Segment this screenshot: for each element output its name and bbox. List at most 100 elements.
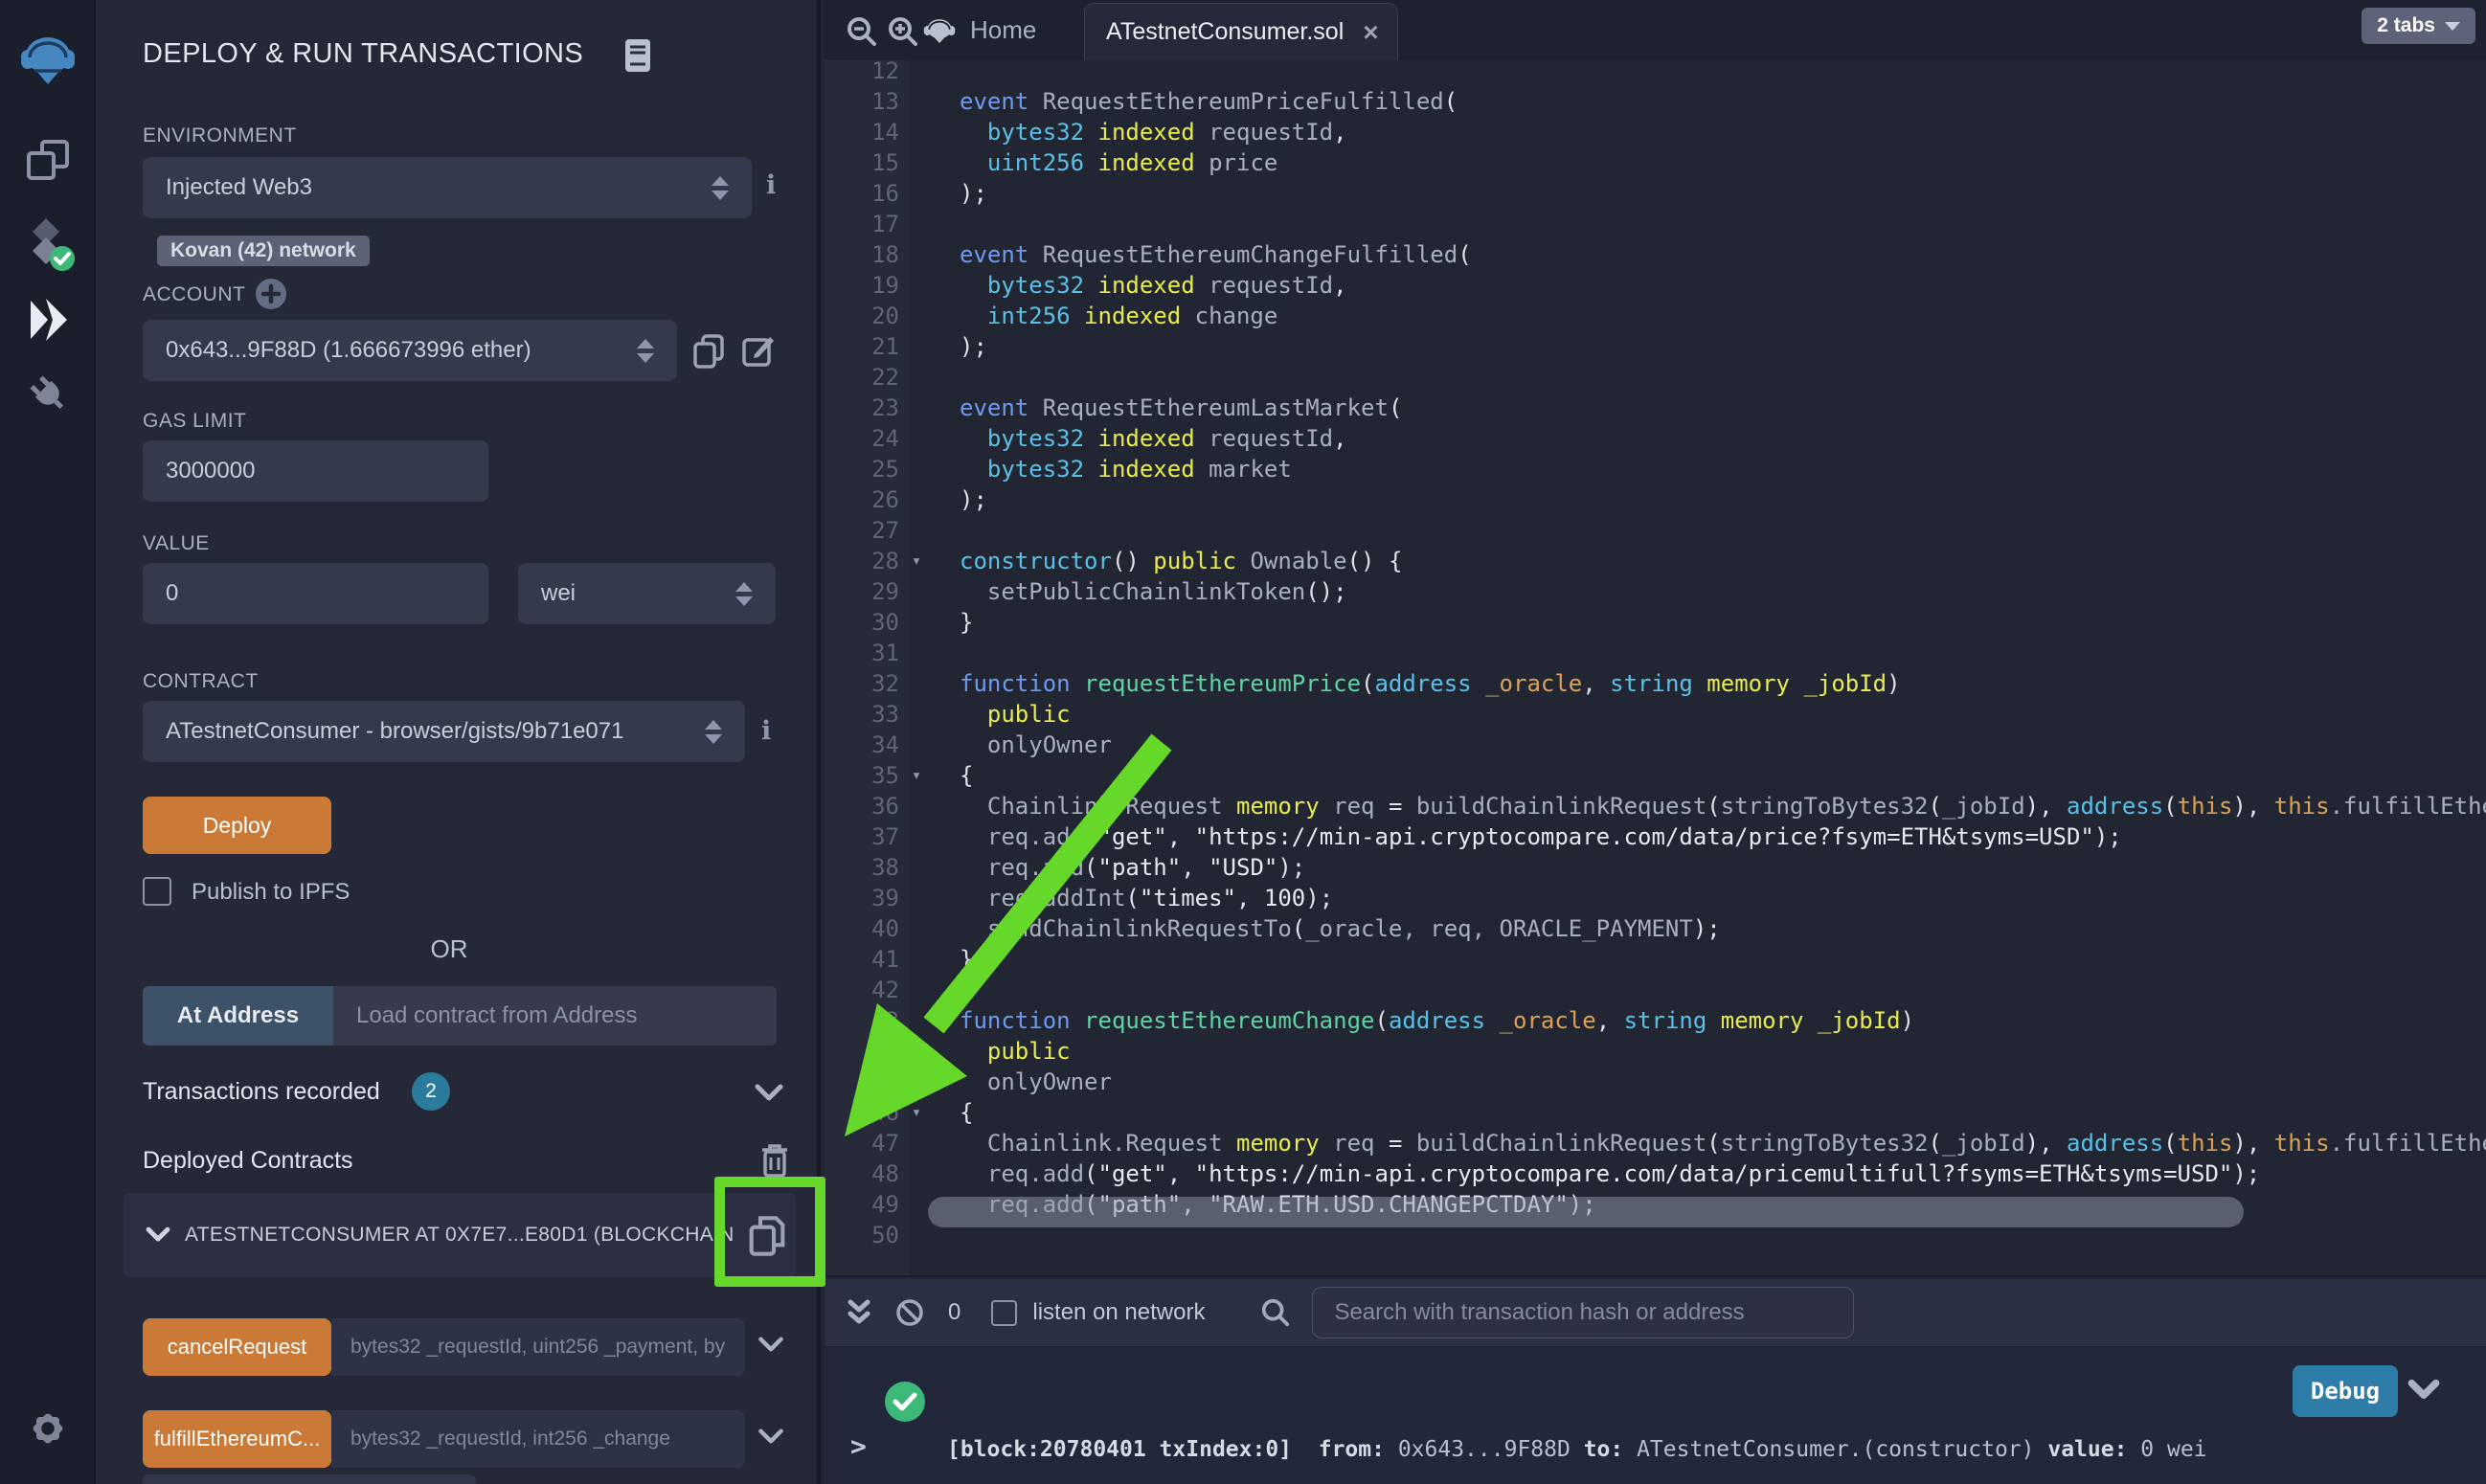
file-explorer-icon[interactable]: [0, 136, 96, 186]
code-line: 36 Chainlink.Request memory req = buildC…: [825, 791, 2486, 821]
line-number: 49: [825, 1191, 899, 1218]
line-number: 36: [825, 793, 899, 820]
code-text: bytes32 indexed requestId,: [934, 272, 2486, 299]
cancel-request-params[interactable]: bytes32 _requestId, uint256 _payment, by: [331, 1318, 745, 1376]
settings-gear-icon[interactable]: [0, 1405, 96, 1451]
expand-function-icon[interactable]: [757, 1425, 785, 1448]
copy-account-icon[interactable]: [691, 333, 726, 370]
tx-search-input[interactable]: Search with transaction hash or address: [1312, 1287, 1854, 1338]
code-line: 45 onlyOwner: [825, 1067, 2486, 1097]
tabs-count-button[interactable]: 2 tabs: [2362, 8, 2475, 44]
at-address-input[interactable]: Load contract from Address: [333, 986, 777, 1046]
line-number: 18: [825, 241, 899, 268]
listen-network-checkbox[interactable]: [991, 1300, 1017, 1326]
next-function-partial: [143, 1474, 476, 1484]
network-badge: Kovan (42) network: [157, 236, 370, 266]
solidity-compiler-icon[interactable]: [0, 216, 96, 276]
value-input[interactable]: 0: [143, 563, 488, 624]
line-number: 28: [825, 548, 899, 574]
code-line: 31: [825, 638, 2486, 668]
remix-logo-icon[interactable]: [0, 29, 96, 90]
fold-marker-icon[interactable]: ▾: [899, 1103, 934, 1122]
deploy-and-run-icon[interactable]: [0, 297, 96, 345]
edit-account-icon[interactable]: [741, 333, 776, 368]
code-text: );: [934, 180, 2486, 207]
debug-button[interactable]: Debug: [2293, 1365, 2398, 1417]
line-number: 25: [825, 456, 899, 483]
expand-log-icon[interactable]: [2407, 1377, 2441, 1404]
code-text: constructor() public Ownable() {: [934, 548, 2486, 574]
fulfill-ethereum-button[interactable]: fulfillEthereumC...: [143, 1410, 331, 1468]
horizontal-scrollbar[interactable]: [928, 1197, 2244, 1227]
line-number: 33: [825, 701, 899, 728]
chevron-down-icon: [2445, 22, 2460, 31]
search-icon: [1260, 1297, 1291, 1328]
code-text: event RequestEthereumLastMarket(: [934, 394, 2486, 421]
value-unit-select[interactable]: wei: [518, 563, 776, 624]
line-number: 29: [825, 578, 899, 605]
listen-network-label: listen on network: [1032, 1299, 1205, 1326]
code-text: bytes32 indexed requestId,: [934, 119, 2486, 146]
code-text: }: [934, 609, 2486, 636]
cancel-request-button[interactable]: cancelRequest: [143, 1318, 331, 1376]
environment-info-icon[interactable]: i: [766, 170, 776, 200]
add-account-icon[interactable]: [255, 278, 287, 310]
code-text: setPublicChainlinkToken();: [934, 578, 2486, 605]
code-line: 23event RequestEthereumLastMarket(: [825, 393, 2486, 423]
code-line: 47 Chainlink.Request memory req = buildC…: [825, 1128, 2486, 1158]
tab-atestnetconsumer[interactable]: ATestnetConsumer.sol ×: [1084, 3, 1398, 60]
code-text: req.addInt("times", 100);: [934, 885, 2486, 911]
code-text: }: [934, 946, 2486, 973]
docs-icon[interactable]: [624, 38, 651, 73]
line-number: 19: [825, 272, 899, 299]
deployed-contract-label: ATESTNETCONSUMER AT 0X7E7...E80D1 (BLOCK…: [185, 1224, 734, 1247]
line-number: 47: [825, 1130, 899, 1157]
at-address-button[interactable]: At Address: [143, 986, 333, 1046]
code-line: 20 int256 indexed change: [825, 301, 2486, 331]
zoom-in-icon[interactable]: [887, 15, 919, 48]
line-number: 39: [825, 885, 899, 911]
contract-select[interactable]: ATestnetConsumer - browser/gists/9b71e07…: [143, 701, 745, 762]
terminal-prompt[interactable]: >: [850, 1430, 867, 1462]
code-text: Chainlink.Request memory req = buildChai…: [934, 793, 2486, 820]
zoom-out-icon[interactable]: [846, 15, 878, 48]
clear-console-icon[interactable]: [894, 1297, 925, 1328]
gas-limit-input[interactable]: 3000000: [143, 440, 488, 502]
copy-contract-address-icon[interactable]: [747, 1214, 787, 1258]
code-line: 26);: [825, 484, 2486, 515]
clear-deployed-trash-icon[interactable]: [758, 1141, 791, 1180]
transactions-collapse-icon[interactable]: [753, 1080, 785, 1105]
close-tab-icon[interactable]: ×: [1363, 17, 1378, 48]
fold-marker-icon[interactable]: ▾: [899, 551, 934, 571]
code-text: function requestEthereumChange(address _…: [934, 1007, 2486, 1034]
remix-ide-window: DEPLOY & RUN TRANSACTIONS ENVIRONMENT In…: [0, 0, 2486, 1484]
fold-marker-icon[interactable]: ▾: [899, 766, 934, 785]
tab-home[interactable]: Home: [920, 0, 1036, 60]
plugin-manager-icon[interactable]: [0, 368, 96, 419]
code-line: 32function requestEthereumPrice(address …: [825, 668, 2486, 699]
code-text: sendChainlinkRequestTo(_oracle, req, ORA…: [934, 915, 2486, 942]
deploy-button[interactable]: Deploy: [143, 797, 331, 854]
code-editor: 1213event RequestEthereumPriceFulfilled(…: [825, 0, 2486, 1275]
contract-info-icon[interactable]: i: [761, 716, 771, 746]
account-select[interactable]: 0x643...9F88D (1.666673996 ether): [143, 320, 677, 381]
environment-label: ENVIRONMENT: [143, 124, 297, 147]
code-area[interactable]: 1213event RequestEthereumPriceFulfilled(…: [825, 56, 2486, 1250]
code-text: req.add("path", "USD");: [934, 854, 2486, 881]
line-number: 22: [825, 364, 899, 391]
tx-success-icon: [884, 1381, 926, 1423]
value-unit: wei: [541, 580, 576, 607]
code-text: Chainlink.Request memory req = buildChai…: [934, 1130, 2486, 1157]
publish-ipfs-checkbox[interactable]: [143, 877, 171, 906]
line-number: 40: [825, 915, 899, 942]
deployed-contract-row[interactable]: ATESTNETCONSUMER AT 0X7E7...E80D1 (BLOCK…: [124, 1193, 796, 1277]
editor-tabbar: Home ATestnetConsumer.sol × 2 tabs: [825, 0, 2486, 60]
fulfill-ethereum-params[interactable]: bytes32 _requestId, int256 _change: [331, 1410, 745, 1468]
transaction-log[interactable]: [block:20780401 txIndex:0] from: 0x643..…: [947, 1373, 2220, 1484]
expand-function-icon[interactable]: [757, 1333, 785, 1356]
expand-terminal-icon[interactable]: [845, 1296, 873, 1329]
environment-select[interactable]: Injected Web3: [143, 157, 752, 218]
or-divider: OR: [143, 934, 756, 964]
environment-value: Injected Web3: [166, 174, 312, 201]
code-line: 46▾{: [825, 1097, 2486, 1128]
